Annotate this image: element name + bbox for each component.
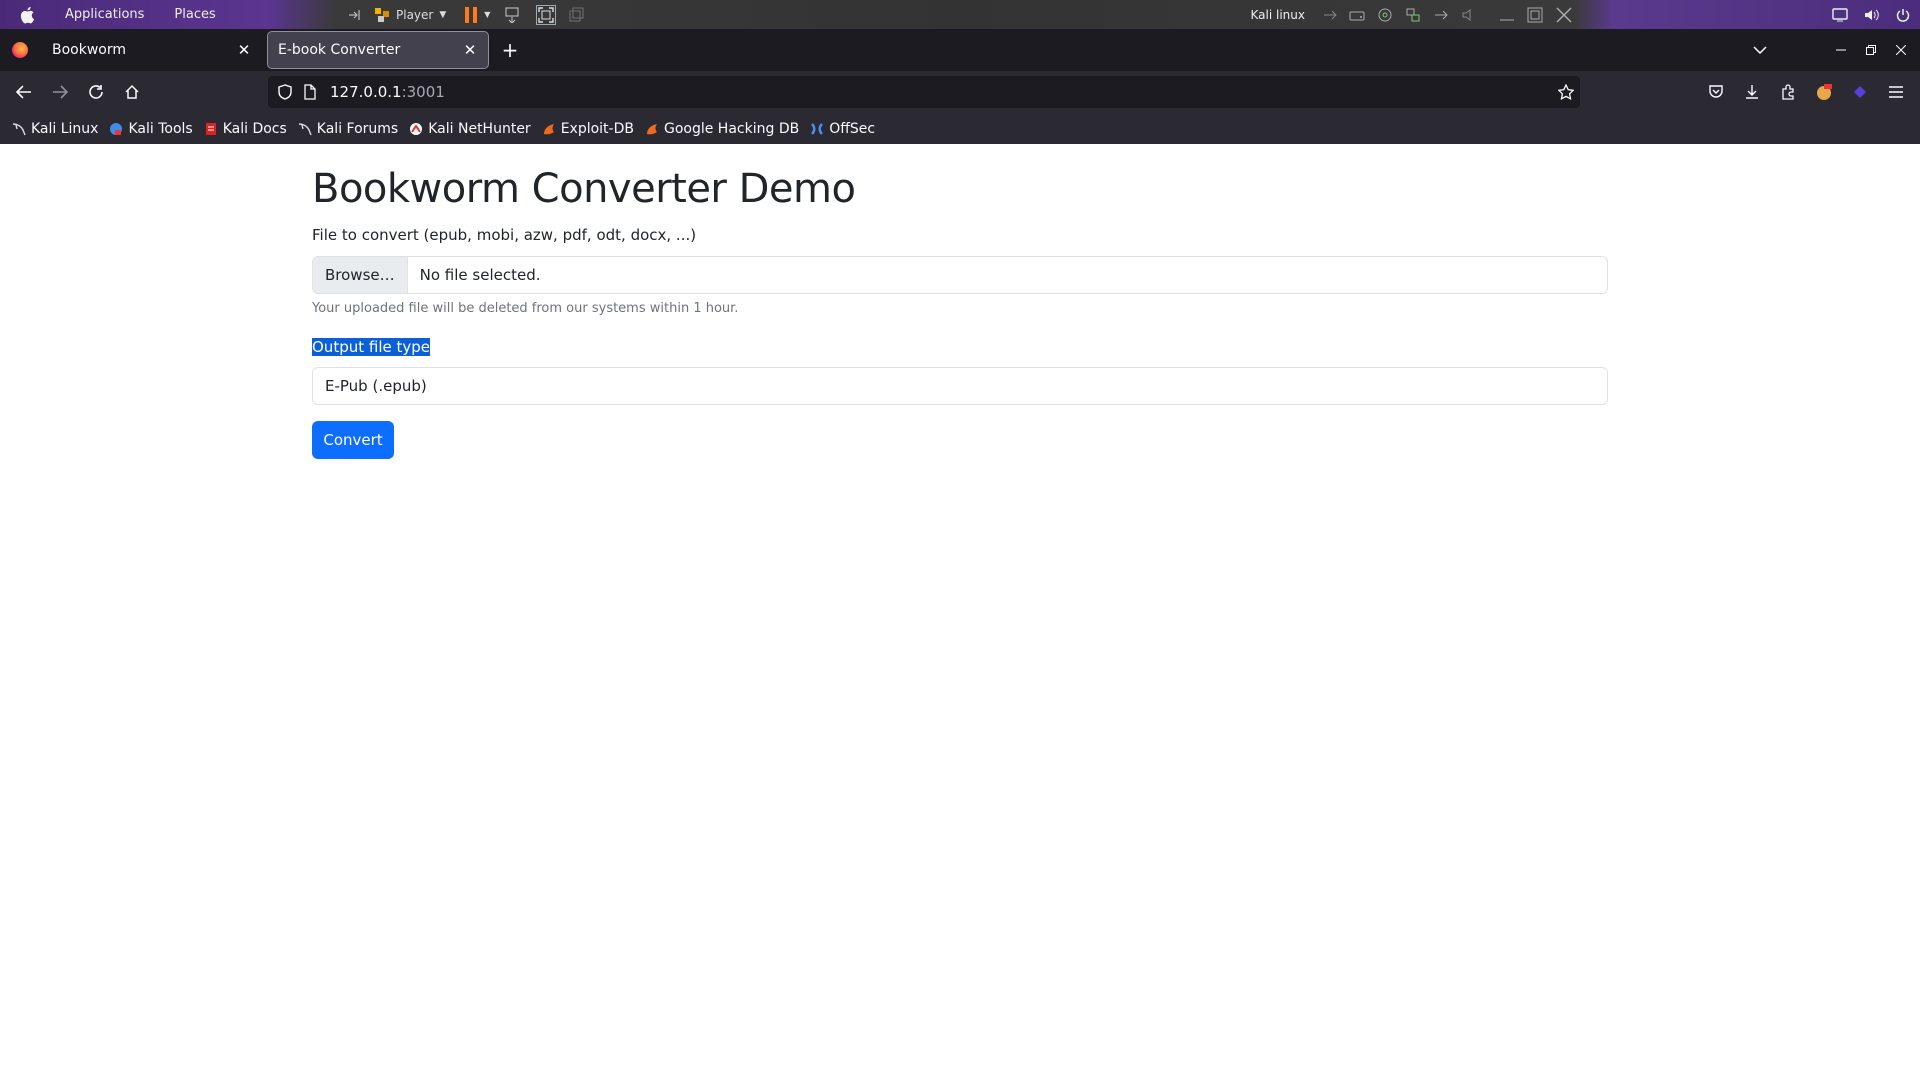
apple-icon[interactable] (17, 4, 39, 26)
player-menu[interactable]: Player ▼ (374, 7, 446, 23)
pocket-icon[interactable] (1700, 76, 1732, 108)
foxyproxy-icon[interactable] (1808, 76, 1840, 108)
unity-icon[interactable] (568, 7, 584, 23)
url-port: :3001 (401, 83, 445, 101)
browse-button[interactable]: Browse… (313, 257, 408, 293)
firefox-icon (12, 42, 28, 58)
output-label-wrapper: Output file type (312, 338, 430, 356)
back-arrow-icon[interactable] (8, 76, 40, 108)
file-status: No file selected. (419, 266, 541, 284)
browser-nav-bar: 127.0.0.1:3001 (0, 71, 1920, 113)
url-bar[interactable]: 127.0.0.1:3001 (268, 76, 1580, 108)
tab-label: E-book Converter (278, 42, 401, 58)
restore-window-icon[interactable] (1527, 7, 1543, 23)
places-menu[interactable]: Places (174, 7, 215, 22)
tab-e-book-converter[interactable]: E-book Converter ✕ (267, 31, 489, 69)
bookmark-offsec[interactable]: OffSec (809, 121, 875, 137)
bookmark-label: Kali Docs (222, 120, 287, 137)
vm-name-label: Kali linux (1250, 7, 1305, 22)
page-title: Bookworm Converter Demo (312, 166, 856, 212)
close-icon[interactable]: ✕ (460, 40, 480, 60)
list-all-tabs-button[interactable] (1748, 46, 1772, 54)
kali-tools-icon (108, 121, 124, 137)
bookmark-kali-linux[interactable]: Kali Linux (11, 121, 98, 137)
bookmark-kali-tools[interactable]: Kali Tools (108, 120, 193, 137)
bookmark-exploit-db[interactable]: Exploit-DB (541, 121, 634, 137)
forward-arrow-icon[interactable] (44, 76, 76, 108)
vm-player-toolbar: Player ▼ ▼ Kali linux (336, 0, 1583, 29)
output-label: Output file type (312, 338, 430, 356)
page-content: Bookworm Converter Demo File to convert … (0, 144, 1920, 1080)
bookmark-google-hacking-db[interactable]: Google Hacking DB (644, 121, 799, 137)
close-window-icon[interactable] (1555, 6, 1573, 24)
cd-drive-icon[interactable] (1377, 7, 1393, 23)
browser-tab-bar: Bookworm ✕ E-book Converter ✕ + (0, 29, 1920, 71)
extensions-icon[interactable] (1772, 76, 1804, 108)
bookmark-label: Kali Linux (31, 120, 99, 137)
url-text[interactable]: 127.0.0.1:3001 (330, 83, 445, 101)
bookmark-label: Exploit-DB (560, 120, 634, 137)
pause-dropdown-icon[interactable]: ▼ (484, 10, 490, 19)
minimize-window-icon[interactable] (1499, 8, 1515, 22)
hamburger-menu-icon[interactable] (1880, 76, 1912, 108)
tab-label: Bookworm (52, 42, 127, 58)
close-icon[interactable] (1886, 29, 1916, 71)
kali-docs-icon (203, 121, 219, 137)
bookmark-label: Kali NetHunter (428, 120, 531, 137)
send-keys-icon[interactable] (504, 7, 522, 23)
file-input[interactable]: Browse… No file selected. (312, 256, 1608, 294)
bookmark-kali-forums[interactable]: Kali Forums (297, 121, 398, 137)
kali-dragon-icon (11, 121, 27, 137)
bookmark-label: OffSec (829, 120, 876, 137)
bookmark-kali-nethunter[interactable]: Kali NetHunter (408, 120, 531, 137)
ghdb-icon (644, 121, 660, 137)
chevron-down-icon: ▼ (439, 9, 447, 20)
fullscreen-icon[interactable] (536, 4, 557, 25)
restore-icon[interactable] (1856, 29, 1886, 71)
home-icon[interactable] (116, 76, 148, 108)
close-icon[interactable]: ✕ (234, 40, 254, 60)
exploit-db-icon (541, 121, 557, 137)
player-label: Player (396, 7, 434, 22)
power-icon[interactable] (1896, 8, 1910, 22)
nethunter-icon (408, 121, 424, 137)
bookmark-label: Google Hacking DB (663, 120, 800, 137)
offsec-icon (809, 121, 825, 137)
applications-menu[interactable]: Applications (65, 7, 144, 22)
shield-icon[interactable] (278, 84, 292, 100)
output-type-select[interactable]: E-Pub (.epub) (312, 367, 1608, 405)
os-top-panel: Applications Places Player ▼ ▼ Kali linu… (0, 0, 1920, 29)
tab-bookworm[interactable]: Bookworm ✕ (42, 32, 262, 68)
bookmarks-bar: Kali Linux Kali Tools Kali Docs Kali For… (0, 113, 1920, 144)
wappalyzer-icon[interactable] (1844, 76, 1876, 108)
file-label: File to convert (epub, mobi, azw, pdf, o… (312, 226, 697, 244)
vm-sidebar-icon[interactable] (348, 9, 362, 21)
usb-icon[interactable] (1433, 8, 1449, 22)
convert-button[interactable]: Convert (312, 421, 394, 459)
hard-disk-icon[interactable] (1349, 9, 1365, 21)
new-tab-button[interactable]: + (496, 36, 524, 64)
kali-dragon-icon (297, 121, 313, 137)
arrows-icon[interactable] (1323, 10, 1337, 20)
display-icon[interactable] (1832, 7, 1848, 22)
url-host: 127.0.0.1 (330, 83, 402, 101)
bookmark-star-icon[interactable] (1558, 84, 1574, 100)
pause-icon[interactable] (464, 6, 478, 24)
player-icon (374, 7, 390, 23)
volume-icon[interactable] (1864, 8, 1880, 22)
download-icon[interactable] (1736, 76, 1768, 108)
network-icon[interactable] (1405, 7, 1421, 23)
help-text: Your uploaded file will be deleted from … (312, 301, 739, 316)
minimize-icon[interactable] (1826, 29, 1856, 71)
bookmark-label: Kali Tools (128, 120, 193, 137)
reload-icon[interactable] (80, 76, 112, 108)
sound-card-icon[interactable] (1461, 8, 1477, 22)
page-icon[interactable] (304, 84, 316, 100)
bookmark-kali-docs[interactable]: Kali Docs (203, 121, 287, 137)
bookmark-label: Kali Forums (316, 120, 399, 137)
